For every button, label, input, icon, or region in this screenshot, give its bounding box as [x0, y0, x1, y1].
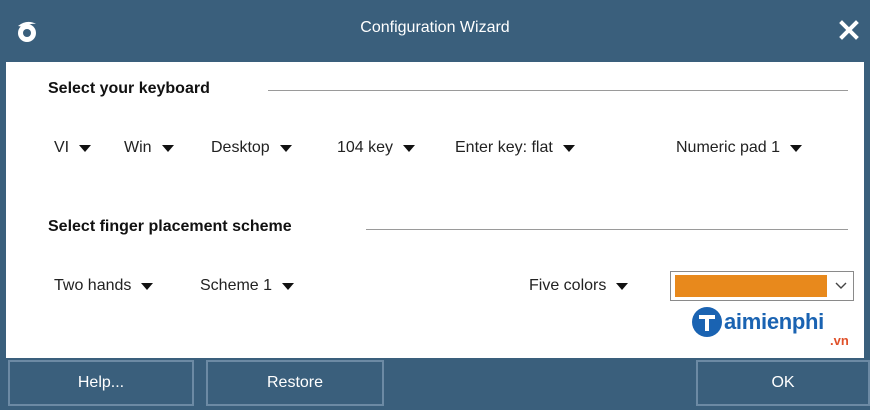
button-bar: Help... Restore OK — [0, 358, 870, 410]
dropdown-arrow-icon — [790, 144, 803, 152]
watermark-logo: aimienphi .vn — [690, 301, 860, 351]
dropdown-label: Five colors — [529, 277, 607, 294]
ok-button[interactable]: OK — [696, 360, 870, 406]
os-dropdown[interactable]: Win — [124, 139, 174, 157]
chevron-down-icon — [835, 282, 847, 289]
dropdown-arrow-icon — [562, 144, 575, 152]
dropdown-arrow-icon — [282, 282, 295, 290]
section-divider — [366, 229, 848, 230]
window-title: Configuration Wizard — [360, 19, 510, 36]
key-count-dropdown[interactable]: 104 key — [337, 139, 416, 157]
enter-key-dropdown[interactable]: Enter key: flat — [455, 139, 575, 157]
dropdown-arrow-icon — [403, 144, 416, 152]
color-count-dropdown[interactable]: Five colors — [529, 277, 629, 295]
dropdown-arrow-icon — [141, 282, 154, 290]
numeric-pad-dropdown[interactable]: Numeric pad 1 — [676, 139, 803, 157]
scheme-dropdown[interactable]: Scheme 1 — [200, 277, 295, 295]
dropdown-arrow-icon — [161, 144, 174, 152]
language-dropdown[interactable]: VI — [54, 139, 92, 157]
color-swatch — [675, 275, 827, 297]
watermark-t-icon — [692, 307, 722, 337]
keyboard-section-title: Select your keyboard — [48, 80, 210, 97]
close-icon — [839, 20, 859, 40]
dropdown-arrow-icon — [616, 282, 629, 290]
dropdown-label: Scheme 1 — [200, 277, 273, 294]
dropdown-arrow-icon — [279, 144, 292, 152]
restore-button[interactable]: Restore — [206, 360, 384, 406]
close-button[interactable] — [834, 14, 864, 46]
dropdown-arrow-icon — [79, 144, 92, 152]
title-bar: Configuration Wizard — [0, 0, 870, 62]
dropdown-label: VI — [54, 139, 70, 156]
dropdown-label: Two hands — [54, 277, 132, 294]
section-divider — [268, 90, 848, 91]
hands-dropdown[interactable]: Two hands — [54, 277, 154, 295]
dropdown-label: Desktop — [211, 139, 270, 156]
dropdown-label: Enter key: flat — [455, 139, 553, 156]
color-picker-select[interactable] — [670, 271, 854, 301]
finger-section-title: Select finger placement scheme — [48, 218, 292, 235]
dropdown-label: 104 key — [337, 139, 394, 156]
help-button[interactable]: Help... — [8, 360, 194, 406]
form-factor-dropdown[interactable]: Desktop — [211, 139, 292, 157]
dropdown-label: Numeric pad 1 — [676, 139, 781, 156]
watermark-text: aimienphi — [724, 309, 824, 334]
wizard-content: Select your keyboard VI Win Desktop 104 … — [0, 62, 870, 358]
dropdown-label: Win — [124, 139, 152, 156]
watermark-subtext: .vn — [830, 333, 849, 348]
